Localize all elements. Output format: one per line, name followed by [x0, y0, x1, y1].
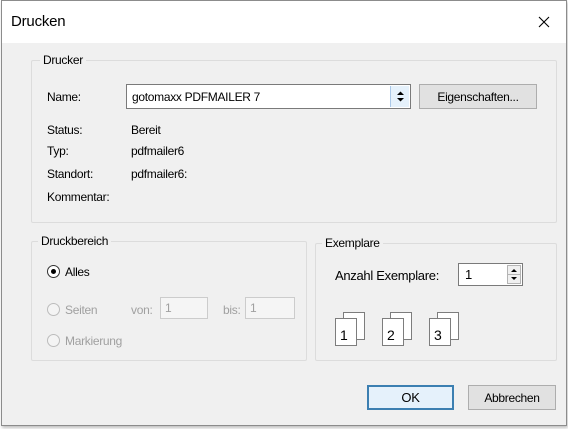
- print-range-legend: Druckbereich: [38, 234, 112, 248]
- copies-count-label: Anzahl Exemplare:: [335, 268, 440, 283]
- collate-page-number: 3: [434, 327, 442, 343]
- pages-to-input[interactable]: 1: [245, 297, 295, 319]
- properties-button[interactable]: Eigenschaften...: [419, 84, 537, 109]
- pages-from-input[interactable]: 1: [160, 297, 208, 319]
- close-icon: [538, 16, 550, 28]
- collate-page-number: 2: [387, 327, 395, 343]
- collate-preview: 1 1 2 2 3 3: [335, 312, 475, 348]
- copies-count-stepper[interactable]: 1: [458, 263, 523, 286]
- copies-legend: Exemplare: [322, 236, 383, 250]
- printer-name-select[interactable]: gotomaxx PDFMAILER 7: [126, 84, 411, 109]
- location-value: pdfmailer6:: [131, 167, 188, 181]
- collate-sheet-front: 1: [335, 318, 357, 346]
- ok-button[interactable]: OK: [367, 385, 454, 410]
- collate-sheet-front: 2: [382, 318, 404, 346]
- cancel-button-label: Abbrechen: [484, 390, 540, 405]
- stepper-arrows-icon: [508, 269, 520, 280]
- printer-group-legend: Drucker: [40, 53, 86, 67]
- copies-count-value: 1: [465, 267, 472, 282]
- printer-select-arrow[interactable]: [390, 86, 409, 107]
- radio-all-circle[interactable]: [47, 265, 60, 278]
- updown-arrow-icon: [397, 91, 404, 102]
- collate-sheet-front: 3: [429, 318, 451, 346]
- title-bar: Drucken: [2, 1, 566, 43]
- type-label: Typ:: [47, 144, 69, 158]
- print-dialog: Drucken Drucker Name: gotomaxx PDFMAILER…: [1, 0, 567, 426]
- pages-to-label: bis:: [223, 303, 241, 317]
- dialog-title: Drucken: [11, 13, 66, 30]
- status-label: Status:: [47, 123, 83, 137]
- copies-stepper-buttons[interactable]: [507, 265, 521, 284]
- pages-from-label: von:: [131, 303, 153, 317]
- comment-label: Kommentar:: [47, 190, 110, 204]
- radio-pages-circle[interactable]: [47, 303, 60, 316]
- radio-pages-label: Seiten: [65, 303, 98, 317]
- ok-button-label: OK: [401, 390, 420, 405]
- collate-page-number: 1: [340, 327, 348, 343]
- radio-selection-label: Markierung: [65, 334, 123, 348]
- status-value: Bereit: [131, 123, 161, 137]
- close-button[interactable]: [522, 1, 566, 43]
- properties-button-label: Eigenschaften...: [437, 89, 519, 104]
- cancel-button[interactable]: Abbrechen: [468, 385, 556, 410]
- printer-name-value: gotomaxx PDFMAILER 7: [132, 90, 261, 104]
- radio-selection-circle[interactable]: [47, 334, 60, 347]
- type-value: pdfmailer6: [131, 144, 185, 158]
- location-label: Standort:: [47, 167, 93, 181]
- printer-name-label: Name:: [47, 90, 81, 104]
- radio-selected-dot: [51, 269, 56, 274]
- radio-all-label: Alles: [65, 265, 90, 279]
